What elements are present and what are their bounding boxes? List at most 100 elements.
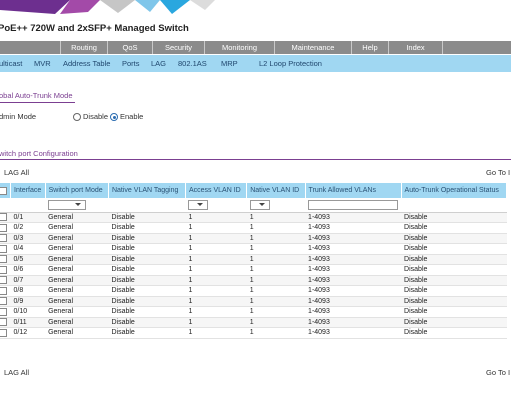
row-checkbox[interactable] bbox=[0, 233, 11, 244]
nav-maintenance[interactable]: Maintenance bbox=[275, 41, 352, 54]
select-all-header[interactable] bbox=[0, 183, 11, 198]
table-row[interactable]: 0/9 General Disable 1 1 1-4093 Disable bbox=[0, 296, 507, 307]
subnav-multicast[interactable]: ulticast bbox=[0, 55, 22, 72]
cell-trunk-vlans: 1-4093 bbox=[305, 222, 402, 234]
row-checkbox[interactable] bbox=[0, 243, 11, 255]
nav-blank bbox=[0, 41, 61, 54]
subnav-address-table[interactable]: Address Table bbox=[63, 55, 110, 72]
switchport-table: Interface Switch port Mode Native VLAN T… bbox=[0, 183, 508, 339]
row-checkbox[interactable] bbox=[0, 317, 11, 328]
switchport-title-underline bbox=[0, 159, 511, 160]
row-select-checkbox[interactable] bbox=[0, 307, 7, 316]
row-select-checkbox[interactable] bbox=[0, 255, 7, 264]
admin-mode-enable-label[interactable]: Enable bbox=[120, 112, 143, 121]
col-switchport-mode[interactable]: Switch port Mode bbox=[45, 183, 109, 198]
nav-index[interactable]: Index bbox=[389, 41, 443, 54]
cell-interface: 0/6 bbox=[10, 264, 46, 276]
cell-mode: General bbox=[45, 254, 109, 265]
row-select-checkbox[interactable] bbox=[0, 297, 7, 306]
row-select-checkbox[interactable] bbox=[0, 234, 7, 243]
subnav-lag[interactable]: LAG bbox=[151, 55, 166, 72]
col-native-vlan-tagging[interactable]: Native VLAN Tagging bbox=[108, 183, 186, 198]
native-vlan-filter[interactable] bbox=[249, 199, 270, 210]
row-select-checkbox[interactable] bbox=[0, 286, 7, 295]
col-interface[interactable]: Interface bbox=[10, 183, 46, 198]
cell-access-vlan: 1 bbox=[185, 296, 247, 307]
cell-auto-trunk-status: Disable bbox=[401, 222, 507, 234]
table-row[interactable]: 0/11 General Disable 1 1 1-4093 Disable bbox=[0, 317, 507, 328]
row-checkbox[interactable] bbox=[0, 264, 11, 276]
cell-access-vlan: 1 bbox=[185, 327, 247, 339]
sub-navigation: ulticast MVR Address Table Ports LAG 802… bbox=[0, 55, 511, 72]
trunk-vlans-filter-input[interactable] bbox=[308, 199, 399, 210]
table-row[interactable]: 0/5 General Disable 1 1 1-4093 Disable bbox=[0, 254, 507, 265]
table-row[interactable]: 0/2 General Disable 1 1 1-4093 Disable bbox=[0, 222, 507, 234]
cell-access-vlan: 1 bbox=[185, 317, 247, 328]
subnav-l2-loop-protection[interactable]: L2 Loop Protection bbox=[259, 55, 322, 72]
cell-mode: General bbox=[45, 285, 109, 297]
subnav-mrp[interactable]: MRP bbox=[221, 55, 238, 72]
row-select-checkbox[interactable] bbox=[0, 265, 7, 274]
nav-security[interactable]: Security bbox=[153, 41, 205, 54]
table-row[interactable]: 0/8 General Disable 1 1 1-4093 Disable bbox=[0, 285, 507, 297]
table-row[interactable]: 0/4 General Disable 1 1 1-4093 Disable bbox=[0, 243, 507, 255]
row-select-checkbox[interactable] bbox=[0, 276, 7, 285]
subnav-ports[interactable]: Ports bbox=[122, 55, 140, 72]
product-title: PoE++ 720W and 2xSFP+ Managed Switch bbox=[0, 23, 189, 34]
row-checkbox[interactable] bbox=[0, 254, 11, 265]
cell-interface: 0/7 bbox=[10, 275, 46, 286]
table-row[interactable]: 0/12 General Disable 1 1 1-4093 Disable bbox=[0, 327, 507, 339]
table-row[interactable]: 0/10 General Disable 1 1 1-4093 Disable bbox=[0, 306, 507, 318]
admin-mode-enable-radio[interactable] bbox=[110, 113, 118, 121]
cell-native-tagging: Disable bbox=[108, 264, 186, 276]
row-checkbox[interactable] bbox=[0, 296, 11, 307]
row-checkbox[interactable] bbox=[0, 327, 11, 339]
cell-access-vlan: 1 bbox=[185, 285, 247, 297]
admin-mode-disable-radio[interactable] bbox=[73, 113, 81, 121]
cell-trunk-vlans: 1-4093 bbox=[305, 327, 402, 339]
goto-interface-top[interactable]: Go To I bbox=[486, 168, 510, 177]
cell-native-vlan: 1 bbox=[246, 222, 306, 234]
row-checkbox[interactable] bbox=[0, 275, 11, 286]
row-checkbox[interactable] bbox=[0, 306, 11, 318]
row-select-checkbox[interactable] bbox=[0, 318, 7, 327]
cell-access-vlan: 1 bbox=[185, 306, 247, 318]
nav-qos[interactable]: QoS bbox=[108, 41, 153, 54]
row-checkbox[interactable] bbox=[0, 212, 11, 223]
nav-monitoring[interactable]: Monitoring bbox=[205, 41, 275, 54]
col-auto-trunk-status[interactable]: Auto-Trunk Operational Status bbox=[401, 183, 508, 198]
row-select-checkbox[interactable] bbox=[0, 244, 7, 253]
cell-auto-trunk-status: Disable bbox=[401, 317, 507, 328]
table-row[interactable]: 0/3 General Disable 1 1 1-4093 Disable bbox=[0, 233, 507, 244]
cell-native-vlan: 1 bbox=[246, 275, 306, 286]
lag-all-link-bottom[interactable]: LAG All bbox=[4, 368, 29, 377]
select-all-checkbox[interactable] bbox=[0, 186, 7, 195]
table-row[interactable]: 0/1 General Disable 1 1 1-4093 Disable bbox=[0, 212, 507, 223]
row-checkbox[interactable] bbox=[0, 285, 11, 297]
admin-mode-disable-label[interactable]: Disable bbox=[83, 112, 108, 121]
global-auto-trunk-title: obal Auto-Trunk Mode bbox=[0, 91, 73, 100]
nav-help[interactable]: Help bbox=[352, 41, 389, 54]
row-select-checkbox[interactable] bbox=[0, 223, 7, 232]
row-select-checkbox[interactable] bbox=[0, 213, 7, 222]
subnav-mvr[interactable]: MVR bbox=[34, 55, 51, 72]
switchport-mode-filter[interactable] bbox=[48, 199, 87, 210]
col-native-vlan-id[interactable]: Native VLAN ID bbox=[246, 183, 306, 198]
row-select-checkbox[interactable] bbox=[0, 328, 7, 337]
main-navigation: Routing QoS Security Monitoring Maintena… bbox=[0, 41, 511, 54]
table-row[interactable]: 0/6 General Disable 1 1 1-4093 Disable bbox=[0, 264, 507, 276]
cell-native-tagging: Disable bbox=[108, 327, 186, 339]
cell-auto-trunk-status: Disable bbox=[401, 212, 507, 223]
cell-native-vlan: 1 bbox=[246, 317, 306, 328]
subnav-8021as[interactable]: 802.1AS bbox=[178, 55, 207, 72]
table-row[interactable]: 0/7 General Disable 1 1 1-4093 Disable bbox=[0, 275, 507, 286]
access-vlan-filter[interactable] bbox=[188, 199, 209, 210]
nav-routing[interactable]: Routing bbox=[61, 41, 108, 54]
row-checkbox[interactable] bbox=[0, 222, 11, 234]
col-access-vlan-id[interactable]: Access VLAN ID bbox=[185, 183, 248, 198]
goto-interface-bottom[interactable]: Go To I bbox=[486, 368, 510, 377]
col-trunk-allowed-vlans[interactable]: Trunk Allowed VLANs bbox=[305, 183, 402, 198]
cell-native-tagging: Disable bbox=[108, 275, 186, 286]
cell-trunk-vlans: 1-4093 bbox=[305, 264, 402, 276]
lag-all-link-top[interactable]: LAG All bbox=[4, 168, 29, 177]
